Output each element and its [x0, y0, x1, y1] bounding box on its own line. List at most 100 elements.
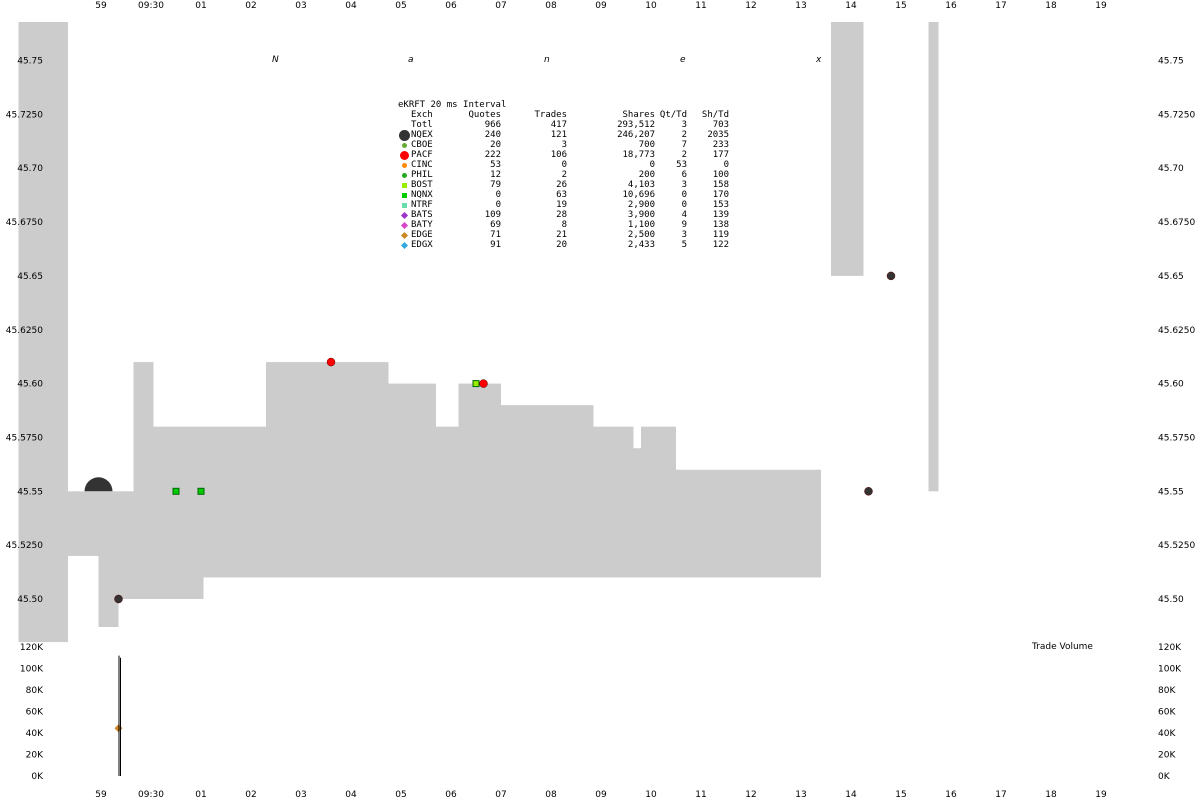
price-tick-right-2: 45.70	[1158, 164, 1184, 174]
header-shares: Shares	[622, 110, 655, 120]
legend-row-bost: BOST 79 26 4,103 3 158	[398, 180, 729, 190]
legend-bats-exch: BATS	[411, 210, 433, 220]
legend-totl-sh-td: 703	[712, 120, 729, 130]
legend-edgx-sh-td: 122	[712, 240, 729, 250]
price-tick-left-5: 45.6250	[6, 326, 43, 336]
price-tick-left-6: 45.60	[17, 380, 43, 390]
time-tick-top-8: 07	[495, 1, 506, 11]
legend-edgx-trades: 20	[556, 240, 567, 250]
trade-marker-9	[886, 271, 896, 281]
volume-tick-right-1: 100K	[1158, 665, 1182, 675]
legend-nqnx-qt-td: 0	[681, 190, 687, 200]
legend-edgx-quotes: 91	[490, 240, 501, 250]
spread-segment-15	[676, 469, 804, 578]
legend-totl-quotes: 966	[484, 120, 501, 130]
volume-tick-left-2: 80K	[26, 686, 44, 696]
bats-marker-icon	[398, 211, 411, 219]
legend-baty-exch: BATY	[411, 220, 433, 230]
price-tick-left-3: 45.6750	[6, 218, 43, 228]
legend-cinc-exch: CINC	[411, 160, 433, 170]
legend-pacf-qt-td: 2	[681, 150, 687, 160]
legend-cboe-sh-td: 233	[712, 140, 729, 150]
legend-header-row: Exch Quotes Trades Shares Qt/Td Sh/Td	[398, 110, 729, 120]
chart-title: eKRFT 20 ms Interval	[398, 100, 507, 110]
legend-edge-sh-td: 119	[712, 230, 729, 240]
legend-rows: Totl 966 417 293,512 3 703 NQEX 240 121 246,207 2 2…	[398, 120, 729, 250]
legend-baty-qt-td: 9	[681, 220, 687, 230]
legend-edge-quotes: 71	[490, 230, 501, 240]
time-tick-top-20: 19	[1095, 1, 1107, 11]
spread-segment-17	[831, 22, 854, 276]
time-tick-bottom-6: 05	[395, 790, 406, 800]
legend-bats-quotes: 109	[484, 210, 501, 220]
time-tick-bottom-10: 09	[595, 790, 607, 800]
volume-tick-right-3: 60K	[1158, 708, 1176, 718]
price-tick-right-9: 45.5250	[1158, 541, 1195, 551]
legend-nqnx-quotes: 0	[495, 190, 501, 200]
header-sh-td: Sh/Td	[701, 110, 729, 120]
spread-segment-4	[133, 362, 154, 599]
legend-ntrf-shares: 2,900	[627, 200, 655, 210]
legend-bost-shares: 4,103	[627, 180, 655, 190]
pacf-marker-icon	[398, 150, 411, 160]
legend-phil-qt-td: 6	[681, 170, 687, 180]
legend-row-totl: Totl 966 417 293,512 3 703	[398, 120, 729, 130]
legend-phil-quotes: 12	[490, 170, 501, 180]
watermark-letter-1: a	[408, 55, 414, 65]
legend-cinc-trades: 0	[561, 160, 567, 170]
legend-nqnx-shares: 10,696	[622, 190, 655, 200]
price-tick-right-7: 45.5750	[1158, 433, 1195, 443]
time-tick-bottom-7: 06	[445, 790, 457, 800]
spread-segment-6	[203, 426, 266, 578]
price-tick-left-10: 45.50	[17, 595, 43, 605]
legend-edge-exch: EDGE	[411, 230, 433, 240]
legend-nqex-shares: 246,207	[617, 130, 655, 140]
price-tick-right-1: 45.7250	[1158, 110, 1195, 120]
volume-tick-right-6: 0K	[1158, 772, 1171, 782]
price-tick-right-0: 45.75	[1158, 57, 1184, 67]
spread-segment-18	[853, 22, 864, 276]
time-tick-top-16: 15	[895, 1, 906, 11]
legend-cinc-quotes: 53	[490, 160, 501, 170]
phil-marker-icon	[398, 172, 411, 178]
time-tick-top-12: 11	[695, 1, 706, 11]
edge-marker-icon	[398, 231, 411, 239]
trade-marker-7	[479, 379, 488, 388]
time-tick-top-4: 03	[295, 1, 306, 11]
time-axis-bottom: 59 09:30 01 02 03 04 05 06 07 08 09 10 11 12 13 14 15 16 1…	[95, 790, 1107, 800]
price-tick-left-7: 45.5750	[6, 433, 43, 443]
header-trades: Trades	[534, 110, 567, 120]
time-tick-bottom-17: 16	[945, 790, 957, 800]
spread-segment-5	[153, 426, 204, 599]
legend-row-nqex: NQEX 240 121 246,207 2 2035	[398, 129, 729, 141]
spread-segment-1	[68, 491, 99, 556]
legend-cinc-qt-td: 53	[676, 160, 687, 170]
price-tick-left-0: 45.75	[17, 57, 43, 67]
price-tick-left-2: 45.70	[17, 164, 43, 174]
legend-totl-qt-td: 3	[681, 120, 687, 130]
time-tick-bottom-18: 17	[995, 790, 1006, 800]
volume-tick-left-6: 0K	[31, 772, 44, 782]
volume-tick-left-0: 120K	[20, 643, 44, 653]
trade-marker-2	[114, 594, 123, 604]
time-tick-bottom-3: 02	[245, 790, 256, 800]
trade-marker-8	[864, 487, 873, 496]
cinc-marker-icon	[398, 162, 411, 168]
legend-bost-trades: 26	[556, 180, 567, 190]
legend-row-phil: PHIL 12 2 200 6 100	[398, 170, 729, 180]
time-tick-bottom-5: 04	[345, 790, 357, 800]
legend-pacf-exch: PACF	[411, 150, 433, 160]
edgx-marker-icon	[398, 241, 411, 249]
legend-ntrf-qt-td: 0	[681, 200, 687, 210]
legend-row-cinc: CINC 53 0 0 53 0	[398, 160, 729, 170]
legend-baty-sh-td: 138	[712, 220, 729, 230]
volume-tick-right-5: 20K	[1158, 751, 1176, 761]
spread-segment-13	[633, 448, 641, 578]
time-tick-top-7: 06	[445, 1, 457, 11]
legend-bost-quotes: 79	[490, 180, 501, 190]
watermark-letter-2: n	[544, 55, 550, 65]
legend-pacf-quotes: 222	[484, 150, 501, 160]
legend-edgx-exch: EDGX	[411, 240, 433, 250]
legend-cboe-shares: 700	[638, 140, 655, 150]
legend-edgx-shares: 2,433	[627, 240, 655, 250]
